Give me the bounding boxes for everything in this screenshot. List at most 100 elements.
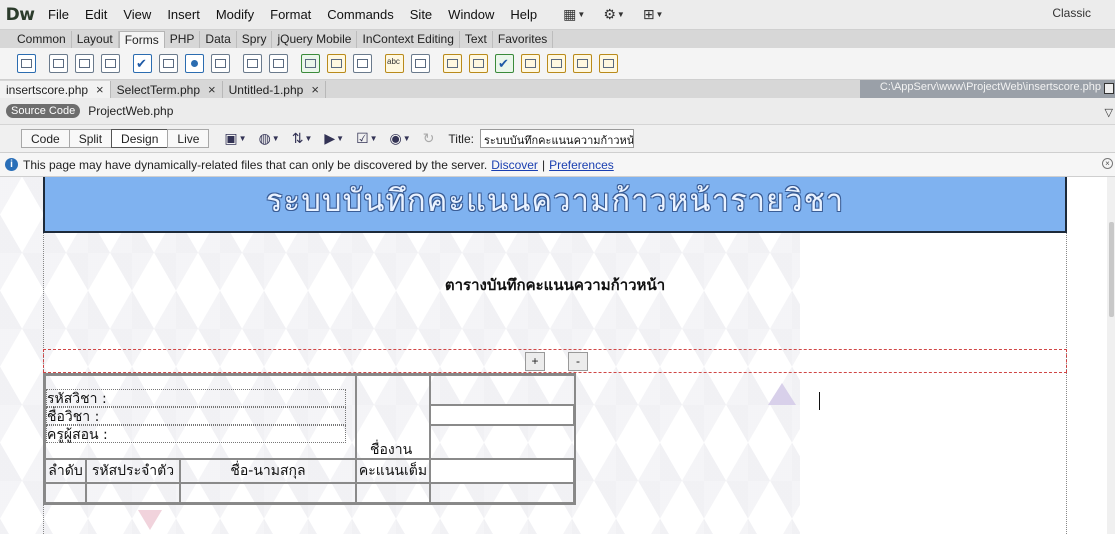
spry-validation-checkbox-icon[interactable]: ✔ [495,54,514,73]
source-code-button[interactable]: Source Code [6,104,81,118]
checkbox-icon[interactable]: ✔ [133,54,152,73]
spry-validation-textarea-icon[interactable] [469,54,488,73]
discover-link[interactable]: Discover [491,158,538,172]
course-code-label[interactable]: รหัสวิชา : [46,389,346,407]
menu-site[interactable]: Site [402,7,440,22]
related-files-bar: Source Code ProjectWeb.php [0,98,1115,125]
tab-text[interactable]: Text [460,31,493,48]
menu-format[interactable]: Format [262,7,319,22]
restore-window-icon[interactable] [1104,83,1114,94]
select-list-icon[interactable] [243,54,262,73]
table-cell[interactable] [356,483,430,503]
checkbox-group-icon[interactable] [159,54,178,73]
textarea-icon[interactable] [101,54,120,73]
layout-icon[interactable]: ▦ ▼ [563,6,585,23]
code-view-button[interactable]: Code [21,129,70,148]
doc-tab-untitled[interactable]: Untitled-1.php × [223,81,326,98]
refresh-icon[interactable]: ↻ [423,130,435,147]
table-cell[interactable] [430,375,576,405]
dreamweaver-logo: Dw [5,4,35,25]
site-map-icon[interactable]: ⊞ ▼ [643,6,664,23]
tab-layout[interactable]: Layout [72,31,119,48]
close-icon[interactable]: × [208,82,216,98]
label-icon[interactable]: abc [385,54,404,73]
title-label: Title: [448,131,474,146]
table-cell[interactable] [430,483,574,503]
tab-jquery-mobile[interactable]: jQuery Mobile [272,31,358,48]
tab-spry[interactable]: Spry [237,31,273,48]
menu-window[interactable]: Window [440,7,502,22]
decorative-triangle [138,510,162,530]
design-canvas[interactable]: ระบบบันทึกคะแนนความก้าวหน้ารายวิชา ตาราง… [0,177,1115,534]
live-view-button[interactable]: Live [167,129,210,148]
col-header-full-score: คะแนนเต็ม [356,459,430,483]
form-outline[interactable] [43,349,1067,373]
w3c-validation-icon[interactable]: ▶ ▼ [324,130,344,147]
header-banner[interactable]: ระบบบันทึกคะแนนความก้าวหน้ารายวิชา [43,177,1067,233]
preferences-link[interactable]: Preferences [549,158,614,172]
col-header-fullname: ชื่อ-นามสกุล [180,459,356,483]
spry-validation-select-icon[interactable] [521,54,540,73]
title-input[interactable]: ระบบบันทึกคะแนนความก้าวหน้า [479,129,634,148]
form-icon[interactable] [17,54,36,73]
table-cell[interactable] [86,483,180,503]
file-field-icon[interactable] [327,54,346,73]
fieldset-icon[interactable] [411,54,430,73]
tab-data[interactable]: Data [200,31,237,48]
button-icon[interactable] [353,54,372,73]
design-view-button[interactable]: Design [111,129,169,148]
tab-common[interactable]: Common [12,31,72,48]
radio-group-icon[interactable] [211,54,230,73]
gear-icon[interactable]: ⚙ ▼ [603,6,624,23]
workspace-switcher[interactable]: Classic [1052,6,1091,20]
radio-button-icon[interactable] [185,54,204,73]
table-cell[interactable] [180,483,356,503]
teacher-label[interactable]: ครูผู้สอน : [46,425,346,443]
spry-validation-text-field-icon[interactable] [443,54,462,73]
doc-tab-selectterm[interactable]: SelectTerm.php × [111,81,223,98]
preview-in-browser-icon[interactable]: ◍ ▼ [259,130,280,147]
visual-aids-icon[interactable]: ◉ ▼ [390,130,411,147]
table-cell[interactable] [430,425,576,459]
close-icon[interactable]: × [96,82,104,98]
tab-favorites[interactable]: Favorites [493,31,554,48]
split-view-button[interactable]: Split [68,129,113,148]
file-management-icon[interactable]: ⇅ ▼ [292,130,313,147]
image-field-icon[interactable] [301,54,320,73]
text-field-icon[interactable] [49,54,68,73]
plus-button[interactable]: + [525,352,545,371]
course-name-label[interactable]: ชื่อวิชา : [46,407,346,425]
related-file-link[interactable]: ProjectWeb.php [88,104,173,118]
menu-help[interactable]: Help [502,7,545,22]
menu-view[interactable]: View [115,7,159,22]
jump-menu-icon[interactable] [269,54,288,73]
info-icon: i [5,158,18,171]
multiscreen-icon[interactable]: ▣ ▼ [224,130,246,147]
hidden-field-icon[interactable] [75,54,94,73]
tab-forms[interactable]: Forms [118,31,165,48]
table-cell[interactable] [45,483,86,503]
menu-edit[interactable]: Edit [77,7,115,22]
forms-toolbar: ✔ abc ✔ [0,48,1115,80]
menu-modify[interactable]: Modify [208,7,262,22]
menu-file[interactable]: File [40,7,77,22]
check-browser-compatibility-icon[interactable]: ☑ ▼ [356,130,377,147]
close-icon[interactable]: × [311,82,319,98]
doc-tab-insertscore[interactable]: insertscore.php × [0,81,111,98]
scrollbar-thumb[interactable] [1109,222,1114,317]
spry-validation-confirm-icon[interactable] [573,54,592,73]
work-name-label: ชื่องาน [370,442,413,458]
close-icon[interactable]: × [1102,158,1113,169]
minus-button[interactable]: - [568,352,588,371]
work-input-cell[interactable] [430,405,574,425]
score-table[interactable]: รหัสวิชา : ชื่อวิชา : ครูผู้สอน : ชื่องา… [43,373,576,505]
spry-validation-password-icon[interactable] [547,54,566,73]
full-score-input-cell[interactable] [430,459,574,483]
tab-incontext-editing[interactable]: InContext Editing [357,31,460,48]
filter-icon[interactable]: ▽ [1105,106,1113,119]
vertical-scrollbar[interactable] [1107,177,1115,534]
menu-insert[interactable]: Insert [159,7,208,22]
spry-validation-radio-group-icon[interactable] [599,54,618,73]
tab-php[interactable]: PHP [165,31,201,48]
menu-commands[interactable]: Commands [319,7,401,22]
